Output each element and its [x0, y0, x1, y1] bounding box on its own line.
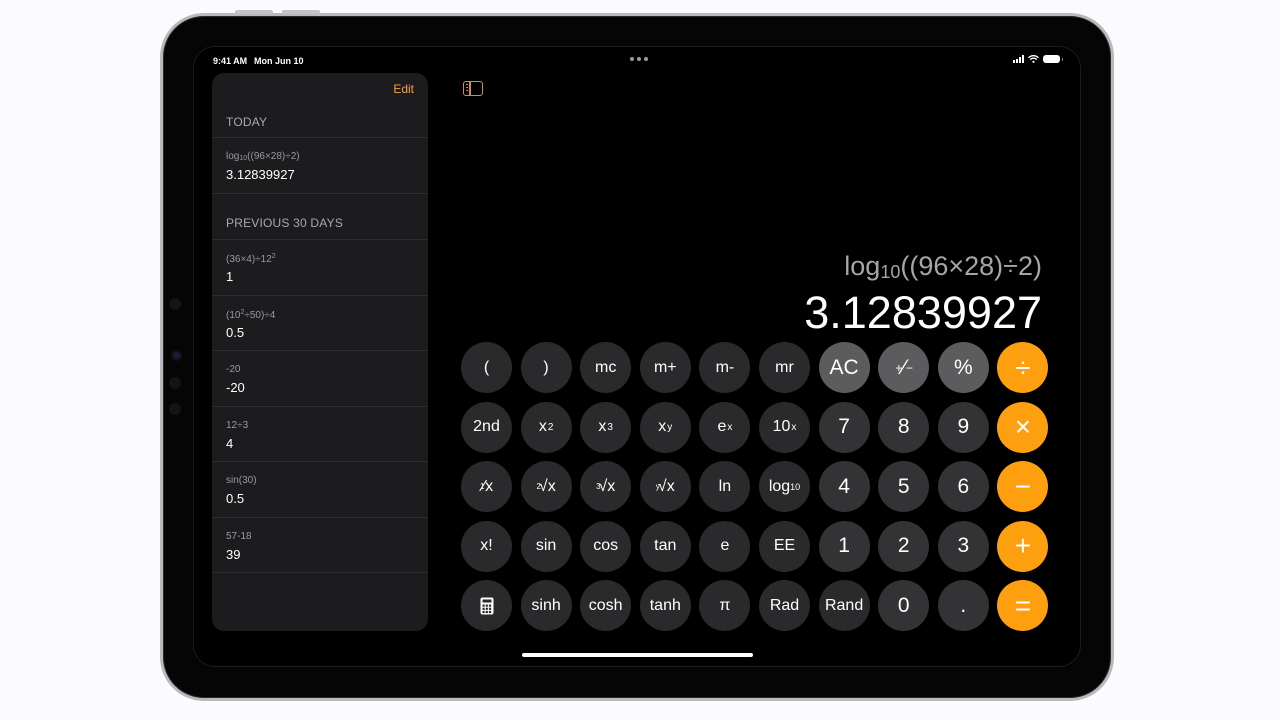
- add-key[interactable]: +: [997, 520, 1049, 572]
- home-indicator[interactable]: [522, 653, 753, 657]
- history-item[interactable]: log10((96×28)÷2) 3.12839927: [212, 138, 428, 193]
- reciprocal-key[interactable]: 1 ⁄x: [461, 461, 512, 513]
- cube-root-key[interactable]: 3 √x: [580, 461, 632, 513]
- ten-power-key[interactable]: 10 x: [759, 401, 810, 453]
- cosh-key[interactable]: cosh: [580, 580, 632, 632]
- percent-key[interactable]: %: [937, 342, 989, 393]
- calculator-icon: [480, 597, 493, 615]
- battery-icon: [1043, 55, 1063, 63]
- all-clear-key[interactable]: AC: [818, 342, 870, 393]
- rad-key[interactable]: Rad: [759, 580, 810, 632]
- memory-add-key[interactable]: m+: [639, 342, 691, 393]
- history-item[interactable]: -20 -20: [212, 351, 428, 406]
- second-key[interactable]: 2nd: [461, 401, 512, 453]
- digit-9-key[interactable]: 9: [937, 401, 989, 453]
- memory-recall-key[interactable]: mr: [759, 342, 810, 393]
- log10-key[interactable]: log 10: [759, 461, 810, 513]
- close-paren-key[interactable]: ): [520, 342, 572, 393]
- history-result: 3.12839927: [226, 167, 295, 182]
- y-root-key[interactable]: y √x: [639, 461, 691, 513]
- history-item[interactable]: (102÷50)÷4 0.5: [212, 296, 428, 351]
- divider: [212, 193, 428, 194]
- digit-5-key[interactable]: 5: [878, 461, 930, 513]
- history-result: 4: [226, 435, 234, 451]
- screen: 9:41 AM Mon Jun 10 Edit TODAY log10((96×…: [193, 46, 1081, 667]
- sensor-dot: [169, 298, 181, 310]
- rand-key[interactable]: Rand: [818, 580, 870, 632]
- multiply-key[interactable]: ×: [997, 401, 1049, 453]
- sensor-dot: [169, 377, 181, 389]
- history-expression: -20: [226, 364, 241, 375]
- status-time: 9:41 AM: [213, 56, 248, 66]
- decimal-key[interactable]: .: [937, 580, 989, 632]
- digit-0-key[interactable]: 0: [878, 580, 930, 632]
- factorial-key[interactable]: x!: [461, 520, 512, 572]
- equals-key[interactable]: =: [997, 580, 1049, 632]
- euler-key[interactable]: e: [699, 520, 751, 572]
- square-key[interactable]: x2: [520, 401, 572, 453]
- sensor-dot: [169, 403, 181, 415]
- digit-3-key[interactable]: 3: [937, 520, 989, 572]
- open-paren-key[interactable]: (: [461, 342, 512, 393]
- volume-button: [282, 10, 320, 14]
- digit-2-key[interactable]: 2: [878, 520, 930, 572]
- natural-log-key[interactable]: ln: [699, 461, 751, 513]
- memory-clear-key[interactable]: mc: [580, 342, 632, 393]
- ee-key[interactable]: EE: [759, 520, 810, 572]
- digit-4-key[interactable]: 4: [818, 461, 870, 513]
- history-result: 1: [226, 269, 234, 284]
- history-result: 0.5: [226, 324, 245, 340]
- subtract-key[interactable]: −: [997, 461, 1049, 513]
- edit-button[interactable]: Edit: [393, 82, 414, 96]
- plus-minus-key[interactable]: + ⁄ −: [878, 342, 930, 393]
- pi-key[interactable]: π: [699, 580, 751, 632]
- calculator-mode-key[interactable]: [461, 580, 512, 632]
- history-item[interactable]: 12÷3 4: [212, 407, 428, 462]
- section-header-today: TODAY: [226, 115, 268, 129]
- exp-key[interactable]: ex: [699, 401, 751, 453]
- cube-key[interactable]: x3: [580, 401, 632, 453]
- tan-key[interactable]: tan: [639, 520, 691, 572]
- display-result: 3.12839927: [804, 287, 1042, 338]
- history-expression: sin(30): [226, 475, 257, 486]
- square-root-key[interactable]: 2 √x: [520, 461, 572, 513]
- cos-key[interactable]: cos: [580, 520, 632, 572]
- tanh-key[interactable]: tanh: [639, 580, 691, 632]
- history-result: -20: [226, 380, 245, 395]
- power-key[interactable]: xy: [639, 401, 691, 453]
- history-expression: (36×4)÷122: [226, 253, 276, 265]
- history-result: 39: [226, 546, 241, 562]
- sinh-key[interactable]: sinh: [520, 580, 572, 632]
- digit-7-key[interactable]: 7: [818, 401, 870, 453]
- history-item[interactable]: 57-18 39: [212, 518, 428, 573]
- divide-key[interactable]: ÷: [997, 342, 1049, 393]
- history-expression: (102÷50)÷4: [226, 308, 276, 321]
- history-expression: log10((96×28)÷2): [226, 151, 300, 162]
- history-sidebar: Edit TODAY log10((96×28)÷2) 3.12839927 P…: [212, 73, 428, 631]
- volume-button: [235, 10, 273, 14]
- sidebar-icon[interactable]: [463, 81, 483, 96]
- more-dots-icon[interactable]: [630, 57, 648, 61]
- front-camera: [173, 352, 180, 359]
- section-header-previous: PREVIOUS 30 DAYS: [226, 216, 344, 230]
- memory-subtract-key[interactable]: m-: [699, 342, 751, 393]
- status-date: Mon Jun 10: [254, 56, 304, 66]
- digit-8-key[interactable]: 8: [878, 401, 930, 453]
- digit-6-key[interactable]: 6: [937, 461, 989, 513]
- display-expression: log10((96×28)÷2): [844, 251, 1042, 282]
- sin-key[interactable]: sin: [520, 520, 572, 572]
- history-expression: 12÷3: [226, 419, 249, 431]
- wifi-icon: [1028, 55, 1039, 63]
- status-icons: [1013, 55, 1063, 63]
- history-item[interactable]: (36×4)÷122 1: [212, 240, 428, 295]
- divider: [212, 572, 428, 573]
- digit-1-key[interactable]: 1: [818, 520, 870, 572]
- history-result: 0.5: [226, 491, 245, 506]
- history-expression: 57-18: [226, 530, 252, 542]
- cellular-signal-icon: [1013, 55, 1024, 63]
- history-item[interactable]: sin(30) 0.5: [212, 462, 428, 517]
